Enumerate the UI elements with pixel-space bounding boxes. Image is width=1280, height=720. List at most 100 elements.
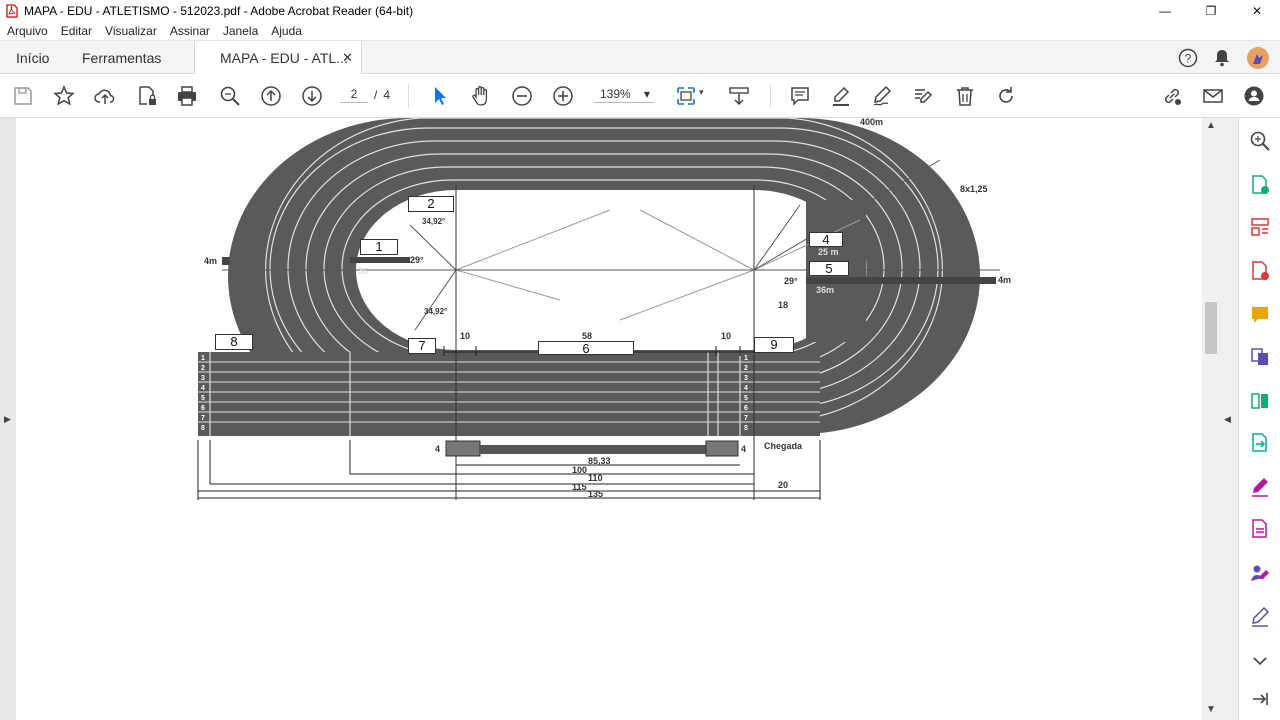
collapse-panel-icon[interactable] [1249,688,1271,710]
zoom-level-select[interactable]: 139% ▾ [594,87,654,103]
window-title: MAPA - EDU - ATLETISMO - 512023.pdf - Ad… [24,4,414,18]
scroll-mode-icon[interactable] [727,84,751,108]
highlight-icon[interactable] [829,84,853,108]
pdf-page[interactable]: 400m 8x1,25 4m 4m 36 36m 18 25 m 29° 29°… [16,118,1202,720]
trash-icon[interactable] [953,84,977,108]
toolbar-divider [770,84,771,108]
menu-visualizar[interactable]: Visualizar [105,24,157,38]
menu-assinar[interactable]: Assinar [170,24,210,38]
compare-files-icon[interactable] [1249,390,1271,412]
right-panel-toggle[interactable]: ◀ [1220,118,1238,720]
email-icon[interactable] [1201,84,1225,108]
zoom-out-icon[interactable] [510,84,534,108]
box-1: 1 [360,239,398,255]
menu-editar[interactable]: Editar [61,24,92,38]
hand-tool-icon[interactable] [469,84,493,108]
chevron-down-icon: ▾ [643,87,650,101]
lane-number: 1 [201,355,205,362]
more-tools-chevron-icon[interactable] [1249,650,1271,672]
close-window-button[interactable]: ✕ [1234,0,1280,22]
edit-text-icon[interactable] [911,84,935,108]
tab-tools[interactable]: Ferramentas [82,41,161,75]
current-page-input[interactable]: 2 [340,87,368,103]
left-panel-toggle[interactable]: ▶ [0,118,16,720]
lane-number: 8 [201,425,205,432]
bell-icon[interactable] [1212,48,1232,68]
edit-pdf-icon[interactable] [1249,518,1271,540]
restore-button[interactable]: ❐ [1188,0,1234,22]
sign-icon[interactable] [1249,606,1271,628]
page-up-icon[interactable] [259,84,283,108]
save-icon[interactable] [11,84,35,108]
add-user-icon[interactable] [1242,84,1266,108]
label-36-left: 36 [358,266,368,276]
lane-number: 3 [744,375,748,382]
acrobat-icon [6,4,18,18]
fit-page-icon[interactable]: ▾ [674,84,704,108]
track-diagram: 400m 8x1,25 4m 4m 36 36m 18 25 m 29° 29°… [197,118,1011,500]
lane-number: 4 [201,385,205,392]
file-lock-icon[interactable] [135,84,159,108]
tab-home[interactable]: Início [16,41,49,75]
box-5: 5 [809,261,849,276]
scroll-up-icon[interactable]: ▲ [1206,120,1216,131]
tab-document[interactable]: MAPA - EDU - ATL... ✕ [194,41,362,75]
lane-number: 3 [201,375,205,382]
fill-sign-icon[interactable] [1249,476,1271,498]
label-4-right: 4 [741,444,746,454]
zoom-level-value: 139% [600,87,631,101]
collapse-right-icon[interactable]: ◀ [1224,414,1231,425]
box-7: 7 [408,338,436,354]
comment-icon[interactable] [788,84,812,108]
expand-left-icon[interactable]: ▶ [4,414,11,425]
vertical-scrollbar[interactable]: ▲ ▼ [1202,118,1220,720]
cloud-upload-icon[interactable] [93,84,117,108]
label-18: 18 [778,300,788,310]
lane-number: 5 [744,395,748,402]
lane-number: 2 [201,365,205,372]
scrollbar-thumb[interactable] [1205,302,1217,354]
draw-pen-icon[interactable] [870,84,894,108]
lane-number: 5 [201,395,205,402]
label-20: 20 [778,480,788,490]
lane-number: 8 [744,425,748,432]
tab-close-icon[interactable]: ✕ [342,50,353,66]
zoom-in-icon[interactable] [551,84,575,108]
minimize-button[interactable]: — [1142,0,1188,22]
label-8533: 85,33 [588,456,611,466]
comment-panel-icon[interactable] [1249,304,1271,326]
label-29-left: 29° [410,255,424,265]
star-icon[interactable] [52,84,76,108]
send-for-review-icon[interactable] [1249,432,1271,454]
lane-number: 6 [201,405,205,412]
select-cursor-icon[interactable] [428,84,452,108]
search-icon[interactable] [1249,130,1271,152]
toolbar: 2 / 4 139% ▾ ▾ [0,74,1280,118]
print-icon[interactable] [175,84,199,108]
request-signature-icon[interactable] [1249,562,1271,584]
combine-files-icon[interactable] [1249,346,1271,368]
menu-ajuda[interactable]: Ajuda [271,24,302,38]
share-link-icon[interactable] [1160,84,1184,108]
scroll-down-icon[interactable]: ▼ [1206,704,1216,715]
rotate-icon[interactable] [994,84,1018,108]
lane-number: 7 [201,415,205,422]
title-bar: MAPA - EDU - ATLETISMO - 512023.pdf - Ad… [0,0,1280,22]
menu-janela[interactable]: Janela [223,24,258,38]
export-pdf-icon[interactable] [1249,174,1271,196]
label-400m: 400m [860,118,883,127]
lane-number: 4 [744,385,748,392]
page-down-icon[interactable] [300,84,324,108]
label-3492-bottom: 34,92° [424,307,447,316]
organize-pages-icon[interactable] [1249,216,1271,238]
help-icon[interactable]: ? [1178,48,1198,68]
lane-number: 1 [744,355,748,362]
document-viewer: ▶ 400m 8x1,25 4m 4m 36 36m 18 25 m 29° 2… [0,118,1238,720]
label-36-right: 36m [816,285,834,295]
page-navigator: 2 / 4 [340,87,390,103]
menu-bar: Arquivo Editar Visualizar Assinar Janela… [0,22,1280,40]
create-pdf-icon[interactable] [1249,260,1271,282]
avatar[interactable] [1246,46,1270,70]
zoom-search-icon[interactable] [218,84,242,108]
menu-arquivo[interactable]: Arquivo [7,24,48,38]
